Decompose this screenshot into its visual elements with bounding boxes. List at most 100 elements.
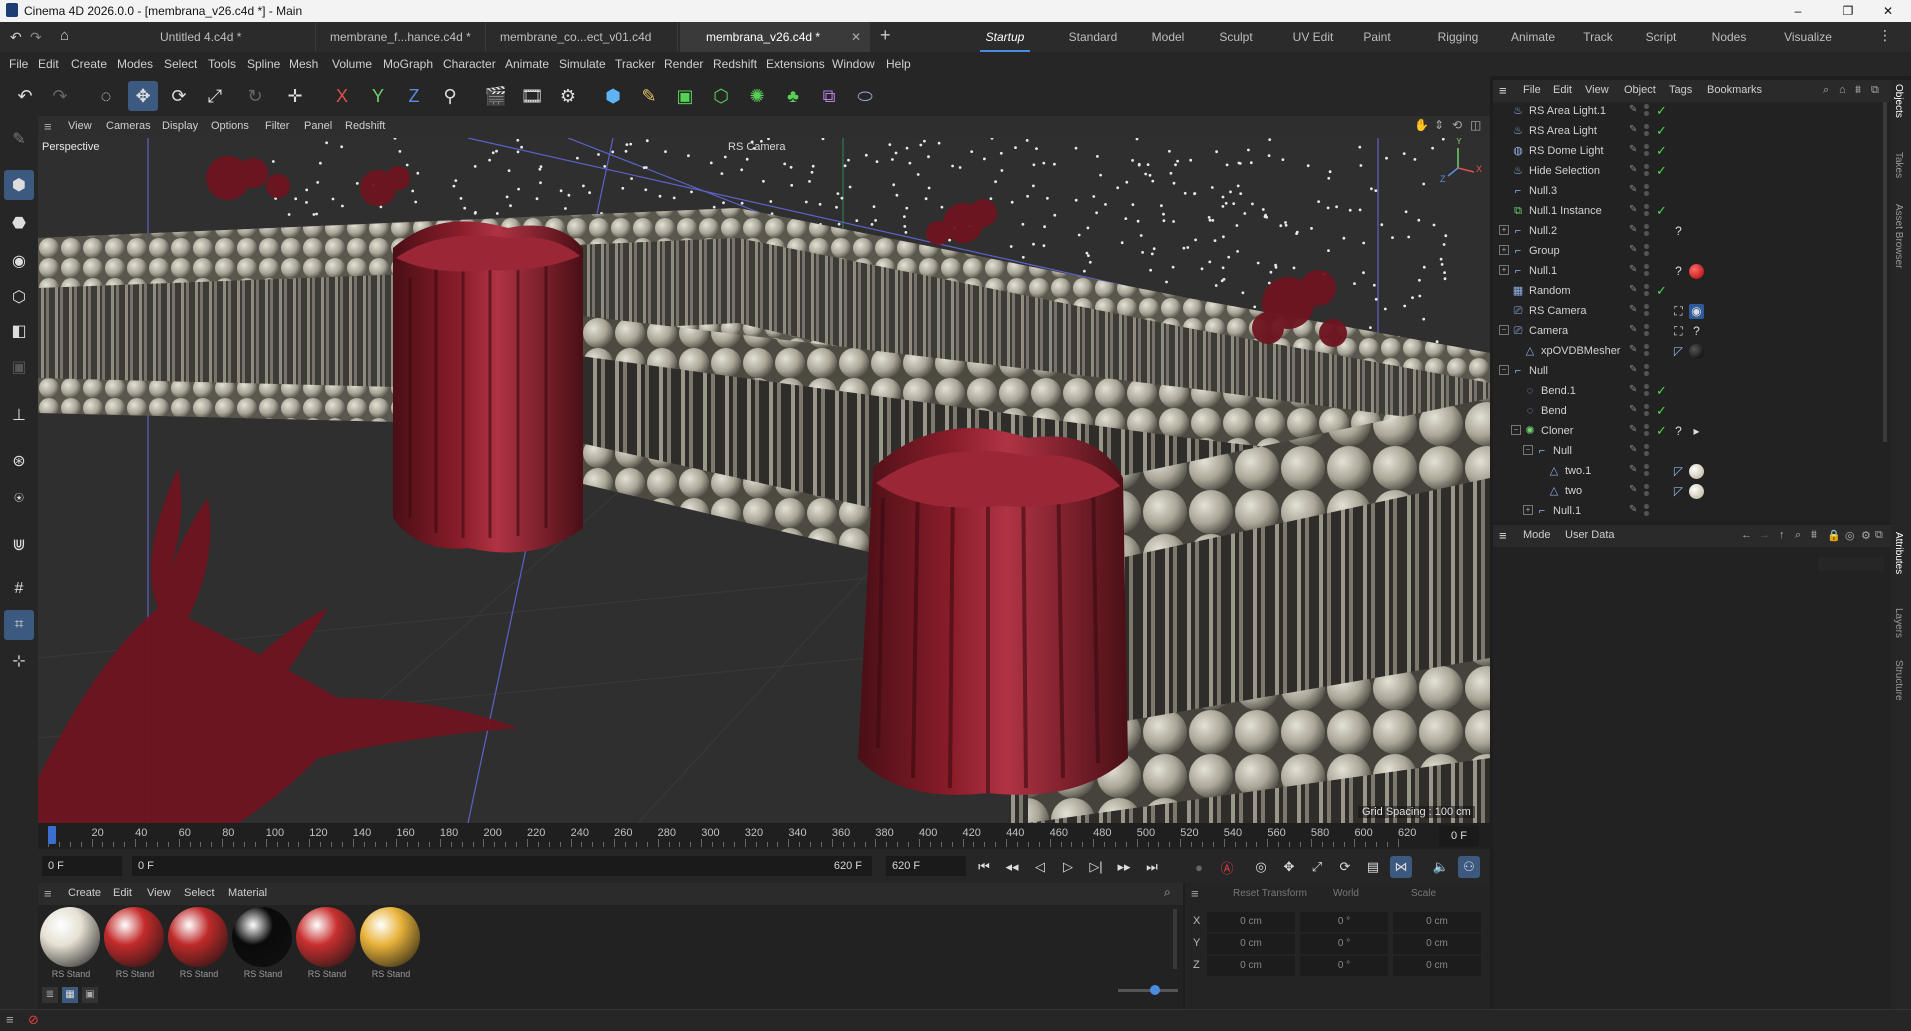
object-menu-object[interactable]: Object [1624, 84, 1656, 96]
next-key-icon[interactable]: ▸▸ [1113, 856, 1135, 878]
red-tag-icon[interactable] [1689, 264, 1704, 279]
render-visibility-dot[interactable] [1644, 271, 1649, 276]
object-name[interactable]: RS Area Light [1529, 125, 1597, 137]
new-window-icon[interactable]: ⧉ [1875, 529, 1883, 542]
side-tab-attributes[interactable]: Attributes [1893, 532, 1904, 574]
collapse-icon[interactable]: − [1523, 445, 1533, 455]
mode-dropdown[interactable]: Scale [1411, 888, 1436, 899]
scale-field[interactable]: 0 cm [1393, 934, 1481, 954]
beige-tag-icon[interactable] [1689, 464, 1704, 479]
cloner-icon[interactable]: ✺ [742, 81, 772, 111]
render-visibility-dot[interactable] [1644, 511, 1649, 516]
render-visibility-dot[interactable] [1644, 451, 1649, 456]
visibility-dots[interactable] [1644, 264, 1650, 278]
material-swatch[interactable] [360, 907, 420, 967]
home-icon[interactable]: ⌂ [60, 27, 69, 44]
search-icon[interactable]: ⌕ [1823, 84, 1829, 97]
attr-menu-user-data[interactable]: User Data [1565, 529, 1615, 541]
layout-tab-rigging[interactable]: Rigging [1428, 22, 1488, 52]
phong-tag-icon[interactable]: ◸ [1671, 484, 1686, 499]
layer-icon[interactable]: ✎ [1629, 445, 1638, 455]
error-icon[interactable]: ⊘ [28, 1012, 39, 1028]
playhead[interactable] [48, 826, 56, 844]
lock-icon[interactable]: 🔒 [1827, 529, 1841, 542]
object-row[interactable]: ♨ RS Area Light ✎ ✓ [1493, 122, 1883, 142]
pla-key-icon[interactable]: ⋈ [1390, 856, 1412, 878]
layout-tab-visualize[interactable]: Visualize [1772, 22, 1844, 52]
menu-select[interactable]: Select [164, 57, 197, 71]
position-key-icon[interactable]: ✥ [1278, 856, 1300, 878]
object-name[interactable]: Null.2 [1529, 225, 1557, 237]
object-name[interactable]: two [1565, 485, 1582, 497]
render-visibility-dot[interactable] [1644, 431, 1649, 436]
forward-icon[interactable]: → [1759, 529, 1770, 541]
visibility-dots[interactable] [1644, 504, 1650, 518]
side-tab-structure[interactable]: Structure [1893, 660, 1904, 701]
editor-visibility-dot[interactable] [1644, 244, 1649, 249]
viewport-menu-redshift[interactable]: Redshift [345, 120, 385, 132]
position-field[interactable]: 0 cm [1207, 956, 1295, 976]
object-name[interactable]: Hide Selection [1529, 165, 1600, 177]
grid-snap-icon[interactable]: ⌗ [4, 610, 34, 640]
menu-spline[interactable]: Spline [247, 57, 280, 71]
visibility-dots[interactable] [1644, 324, 1650, 338]
object-name[interactable]: RS Dome Light [1529, 145, 1604, 157]
visibility-dots[interactable] [1644, 304, 1650, 318]
editor-visibility-dot[interactable] [1644, 184, 1649, 189]
large-view-icon[interactable]: ▣ [82, 987, 98, 1003]
beige-tag-icon[interactable] [1689, 484, 1704, 499]
layout-tab-standard[interactable]: Standard [1060, 22, 1126, 52]
back-icon[interactable]: ← [1741, 529, 1752, 541]
filter-icon[interactable]: ⩩ [1811, 529, 1817, 542]
go-to-end-icon[interactable]: ⏭ [1141, 856, 1163, 878]
layer-icon[interactable]: ✎ [1629, 425, 1638, 435]
visibility-dots[interactable] [1644, 144, 1650, 158]
sound-icon[interactable]: 🔈 [1430, 856, 1452, 878]
render-visibility-dot[interactable] [1644, 211, 1649, 216]
collapse-icon[interactable]: − [1511, 425, 1521, 435]
editor-visibility-dot[interactable] [1644, 224, 1649, 229]
mograph-icon[interactable]: ♣ [778, 81, 808, 111]
z-axis-lock-icon[interactable]: Z [399, 81, 429, 111]
material-menu-create[interactable]: Create [68, 887, 101, 899]
rotation-field[interactable]: 0 ° [1300, 956, 1388, 976]
object-row[interactable]: − ✺ Cloner ✎ ✓? ▸ [1493, 422, 1883, 442]
keyframe-selection-icon[interactable]: ◎ [1250, 856, 1272, 878]
menu-mesh[interactable]: Mesh [289, 57, 318, 71]
render-visibility-dot[interactable] [1644, 411, 1649, 416]
side-tab-takes[interactable]: Takes [1893, 152, 1904, 178]
phong-tag-icon[interactable]: ◸ [1671, 344, 1686, 359]
doc-tab-active[interactable]: membrana_v26.c4d * ✕ [680, 22, 870, 52]
layout-tab-track[interactable]: Track [1575, 22, 1621, 52]
scale-field[interactable]: 0 cm [1393, 912, 1481, 932]
object-row[interactable]: + ⌐ Group ✎ [1493, 242, 1883, 262]
material-menu-material[interactable]: Material [228, 887, 267, 899]
layer-icon[interactable]: ✎ [1629, 285, 1638, 295]
live-selection-icon[interactable]: ◌ [91, 81, 121, 111]
filter-icon[interactable]: ⩩ [1855, 84, 1861, 97]
layout-tab-script[interactable]: Script [1638, 22, 1684, 52]
layer-icon[interactable]: ✎ [1629, 365, 1638, 375]
settings-icon[interactable]: ⚙ [1861, 529, 1871, 542]
zoom-slider-handle[interactable] [1150, 985, 1160, 995]
layer-icon[interactable]: ✎ [1629, 465, 1638, 475]
render-visibility-dot[interactable] [1644, 231, 1649, 236]
doc-tab-0[interactable]: Untitled 4.c4d * [148, 22, 316, 52]
redo-icon[interactable]: ↷ [45, 81, 75, 111]
next-frame-icon[interactable]: ▷| [1085, 856, 1107, 878]
object-row[interactable]: ▦ Random ✎ ✓ [1493, 282, 1883, 302]
object-name[interactable]: xpOVDBMesher [1541, 345, 1620, 357]
menu-mograph[interactable]: MoGraph [383, 57, 433, 71]
viewport-menu-panel[interactable]: Panel [304, 120, 332, 132]
editor-visibility-dot[interactable] [1644, 284, 1649, 289]
add-tab-button[interactable]: + [880, 25, 891, 46]
viewport-menu-options[interactable]: Options [211, 120, 249, 132]
object-row[interactable]: ◌ Bend ✎ ✓ [1493, 402, 1883, 422]
enabled-check-icon[interactable]: ✓ [1656, 123, 1667, 139]
material-swatch[interactable] [296, 907, 356, 967]
status-menu-icon[interactable]: ≡ [6, 1012, 14, 1027]
editor-visibility-dot[interactable] [1644, 444, 1649, 449]
material-swatch[interactable] [40, 907, 100, 967]
position-field[interactable]: 0 cm [1207, 912, 1295, 932]
position-field[interactable]: 0 cm [1207, 934, 1295, 954]
